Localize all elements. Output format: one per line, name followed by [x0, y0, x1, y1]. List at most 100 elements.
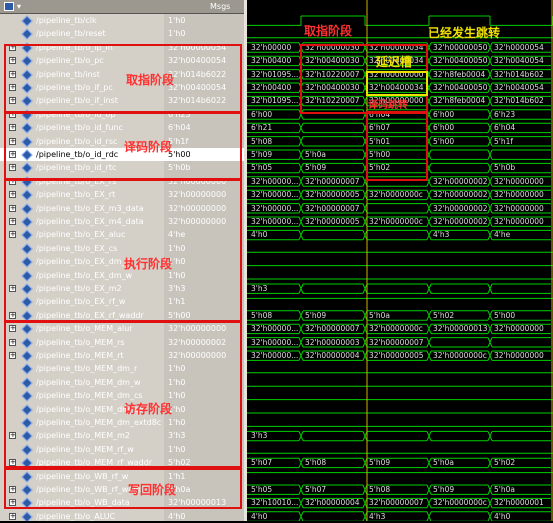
expand-icon[interactable]: +	[9, 110, 16, 118]
signal-icon	[21, 350, 33, 362]
expand-icon[interactable]: +	[9, 124, 16, 132]
bus-value-label: 32'h014b602	[494, 96, 544, 106]
expand-icon[interactable]: +	[9, 231, 16, 239]
signal-row[interactable]: /pipeline_tb/o_EX_cs	[0, 242, 164, 255]
signal-row[interactable]: + /pipeline_tb/o_id_rtc	[0, 161, 164, 175]
bus-value-label: 5'h09	[369, 458, 391, 468]
expand-icon[interactable]: +	[9, 338, 16, 346]
bus-value-label: 5'h02	[494, 458, 516, 468]
signal-name: /pipeline_tb/o_WB_data	[36, 498, 130, 508]
signal-row[interactable]: + /pipeline_tb/o_EX_aluc	[0, 228, 164, 242]
signal-row[interactable]: + /pipeline_tb/o_EX_m4_data	[0, 215, 164, 228]
bus-value-label: 32'h00000007	[305, 203, 360, 213]
signal-row[interactable]: /pipeline_tb/o_MEM_dm_w	[0, 376, 164, 389]
bus-value-label: 32'h00400	[251, 83, 292, 92]
expand-icon[interactable]: +	[9, 84, 16, 91]
expand-icon[interactable]: +	[9, 151, 16, 158]
signal-row[interactable]: + /pipeline_tb/o_EX_m3_data	[0, 202, 164, 215]
signal-row[interactable]: + /pipeline_tb/o_MEM_alur	[0, 322, 164, 335]
signal-row[interactable]: + /pipeline_tb/o_id_op	[0, 108, 164, 121]
signal-row[interactable]: + /pipeline_tb/o_WB_data	[0, 496, 164, 510]
signal-name: /pipeline_tb/o_id_func	[36, 123, 123, 133]
signal-name: /pipeline_tb/o_id_rtc	[36, 163, 117, 173]
expand-icon[interactable]: +	[9, 486, 16, 493]
signal-value: 3'h3	[168, 284, 186, 293]
bus-value-label: 32'h00000013	[433, 324, 488, 334]
signal-value: 1'h0	[168, 404, 186, 414]
bus-value-label: 4'he	[494, 230, 511, 240]
signal-row[interactable]: /pipeline_tb/o_MEM_dm_extd8c	[0, 416, 164, 429]
signal-row[interactable]: + /pipeline_tb/o_id_func	[0, 121, 164, 134]
signal-row[interactable]: /pipeline_tb/o_MEM_dm_r	[0, 362, 164, 376]
bus-value-label: 32'h00000...	[251, 203, 299, 213]
expand-icon[interactable]: +	[9, 311, 16, 319]
bus-value-label: 5'h07	[305, 485, 327, 494]
signal-row[interactable]: /pipeline_tb/reset	[0, 27, 164, 41]
signal-name: /pipeline_tb/o_EX_dm_r	[36, 257, 129, 267]
bus-value-label: 32'h00000004	[305, 351, 360, 360]
signal-name: /pipeline_tb/o_id_rsc	[36, 136, 118, 146]
signal-icon	[21, 497, 33, 510]
bus-value-label: 32'h014b602	[494, 69, 544, 79]
signal-icon	[21, 189, 33, 201]
signal-name: /pipeline_tb/o_MEM_m2	[36, 431, 130, 441]
expand-icon[interactable]: +	[9, 218, 16, 225]
fetch-wave-note: 取指阶段	[304, 24, 353, 38]
expand-icon[interactable]: +	[9, 177, 16, 185]
bus-value-label: 32'h10010...	[251, 498, 299, 508]
signal-name: /pipeline_tb/clk	[36, 16, 97, 25]
expand-icon[interactable]: +	[9, 137, 16, 145]
signal-row[interactable]: /pipeline_tb/clk	[0, 14, 164, 27]
expand-icon[interactable]: +	[9, 325, 16, 333]
signal-icon	[21, 243, 33, 255]
toolbar-dropdown-icon[interactable]: ▾	[17, 0, 21, 13]
signal-icon	[21, 122, 33, 134]
signal-name: /pipeline_tb/o_WB_rf_w	[36, 471, 129, 481]
expand-icon[interactable]: +	[9, 191, 16, 199]
signal-row[interactable]: + /pipeline_tb/o_EX_rt	[0, 188, 164, 201]
expand-icon[interactable]: +	[9, 57, 16, 65]
signal-row[interactable]: + /pipeline_tb/o_EX_m2	[0, 282, 164, 295]
wave-toolbar-icon[interactable]	[4, 2, 14, 11]
bus-value-label: 5'h0b	[494, 163, 516, 173]
signal-name: /pipeline_tb/o_MEM_dm_extd8c	[36, 418, 162, 427]
signal-name: /pipeline_tb/o_id_op	[36, 109, 116, 119]
signal-row[interactable]: + /pipeline_tb/o_MEM_rf_waddr	[0, 456, 164, 469]
expand-icon[interactable]: +	[9, 97, 16, 105]
delay-slot-note: 延迟槽	[376, 55, 413, 69]
signal-row[interactable]: + /pipeline_tb/o_if_inst	[0, 94, 164, 108]
expand-icon[interactable]: +	[9, 285, 16, 292]
bus-value-label: 5'h0a	[433, 458, 454, 468]
expand-icon[interactable]: +	[9, 352, 16, 359]
signal-name: /pipeline_tb/o_EX_m3_data	[36, 203, 144, 213]
signal-row[interactable]: + /pipeline_tb/o_ip_in	[0, 41, 164, 54]
msgs-header-label: Msgs	[210, 2, 231, 11]
signal-row[interactable]: /pipeline_tb/o_EX_rf_w	[0, 295, 164, 309]
expand-icon[interactable]: +	[9, 512, 16, 520]
signal-row[interactable]: + /pipeline_tb/o_pc	[0, 54, 164, 67]
bus-value-label: 6'h00	[251, 109, 273, 119]
expand-icon[interactable]: +	[9, 459, 16, 467]
expand-icon[interactable]: +	[9, 43, 16, 51]
bus-value-label: 5'h0a	[494, 485, 515, 494]
bus-value-label: 5'h0a	[369, 310, 390, 320]
signal-row[interactable]: + /pipeline_tb/o_MEM_m2	[0, 429, 164, 443]
signal-row[interactable]: /pipeline_tb/o_MEM_rf_w	[0, 443, 164, 456]
signal-row[interactable]: + /pipeline_tb/o_MEM_rs	[0, 336, 164, 349]
signal-icon	[21, 42, 33, 54]
expand-icon[interactable]: +	[9, 70, 16, 78]
bus-value-label: 32'h00000...	[251, 190, 299, 200]
expand-icon[interactable]: +	[9, 164, 16, 172]
signal-name: /pipeline_tb/o_EX_rf_waddr	[36, 310, 144, 320]
bus-value-label: 32'h00400050	[433, 56, 488, 66]
expand-icon[interactable]: +	[9, 432, 16, 440]
signal-row[interactable]: + /pipeline_tb/o_EX_rf_waddr	[0, 309, 164, 322]
signal-row[interactable]: + /pipeline_tb/o_ALUC	[0, 510, 164, 521]
bus-value-label: 6'h00	[433, 109, 455, 119]
signal-row[interactable]: + /pipeline_tb/o_MEM_rt	[0, 349, 164, 362]
fetch-stage-label: 取指阶段	[126, 73, 175, 87]
expand-icon[interactable]: +	[9, 204, 16, 212]
expand-icon[interactable]: +	[9, 499, 16, 507]
bus-value-label: 32'h0000000	[494, 351, 544, 360]
signal-row[interactable]: + /pipeline_tb/o_EX_rs	[0, 175, 164, 188]
